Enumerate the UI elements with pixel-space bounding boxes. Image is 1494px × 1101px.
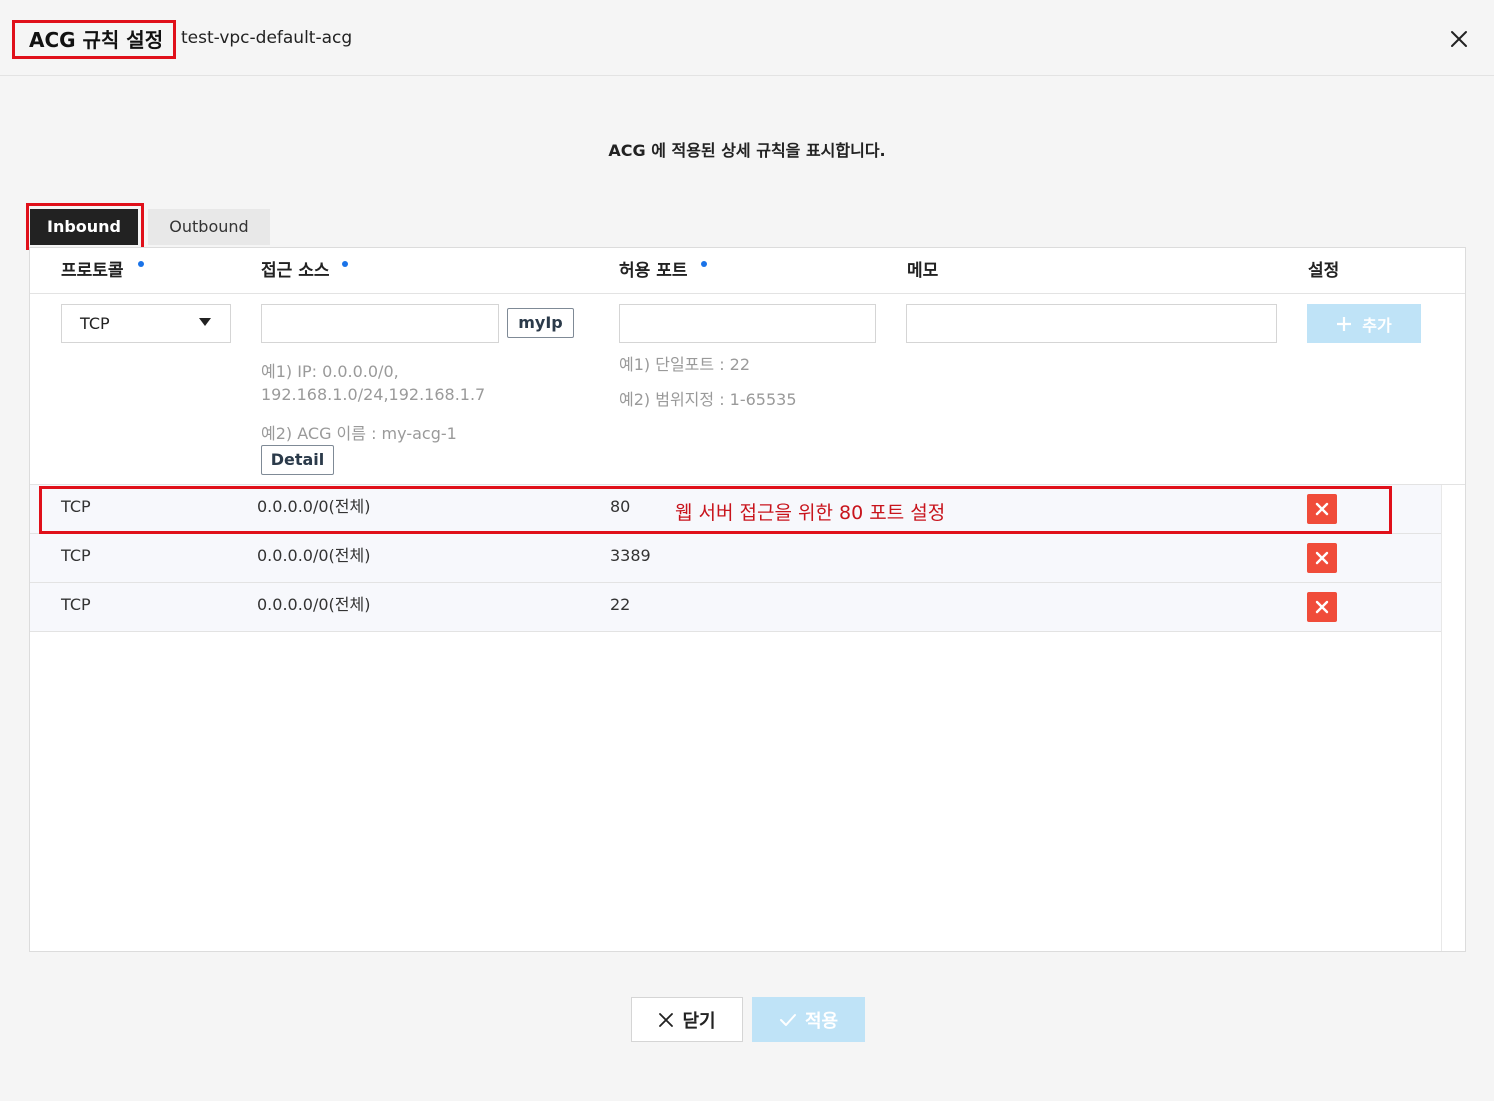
- tab-outbound[interactable]: Outbound: [148, 209, 270, 245]
- close-icon[interactable]: [1447, 27, 1471, 51]
- modal-title: ACG 규칙 설정: [29, 28, 164, 52]
- apply-button[interactable]: 적용: [752, 997, 865, 1042]
- rule-source: 0.0.0.0/0(전체): [257, 546, 371, 565]
- description: ACG 에 적용된 상세 규칙을 표시합니다.: [608, 141, 886, 160]
- source-hint: 예1) IP: 0.0.0.0/0,: [261, 362, 399, 381]
- close-icon: [1315, 551, 1329, 565]
- close-button-label: 닫기: [682, 1010, 716, 1032]
- rule-source: 0.0.0.0/0(전체): [257, 595, 371, 614]
- close-button[interactable]: 닫기: [631, 997, 743, 1042]
- port-input[interactable]: [619, 304, 876, 343]
- plus-icon: [1337, 316, 1352, 331]
- detail-button[interactable]: Detail: [261, 445, 334, 475]
- delete-rule-button[interactable]: [1307, 543, 1337, 573]
- source-input[interactable]: [261, 304, 499, 343]
- myip-button[interactable]: myIp: [507, 308, 574, 338]
- column-source: 접근 소스: [261, 261, 330, 281]
- tab-highlight-box: [26, 203, 144, 250]
- memo-input[interactable]: [906, 304, 1277, 343]
- apply-button-label: 적용: [804, 1010, 839, 1032]
- source-hint: 192.168.1.0/24,192.168.1.7: [261, 385, 486, 404]
- check-icon: [779, 1013, 796, 1026]
- required-dot-icon: [701, 261, 707, 267]
- rule-port: 3389: [610, 546, 651, 565]
- rule-protocol: TCP: [61, 546, 91, 565]
- caret-down-icon: [199, 318, 211, 326]
- rule-protocol: TCP: [61, 595, 91, 614]
- column-settings: 설정: [1308, 261, 1340, 281]
- close-icon: [659, 1012, 674, 1027]
- column-protocol: 프로토콜: [61, 261, 124, 281]
- rule-port: 22: [610, 595, 631, 614]
- delete-rule-button[interactable]: [1307, 592, 1337, 622]
- header-divider: [30, 293, 1465, 294]
- port-hint: 예2) 범위지정 : 1-65535: [619, 390, 797, 409]
- annotation-text: 웹 서버 접근을 위한 80 포트 설정: [675, 502, 946, 524]
- acg-name: test-vpc-default-acg: [181, 28, 353, 48]
- add-button-label: 추가: [1362, 315, 1392, 335]
- add-button[interactable]: 추가: [1307, 304, 1421, 343]
- required-dot-icon: [342, 261, 348, 267]
- column-port: 허용 포트: [619, 261, 688, 281]
- required-dot-icon: [138, 261, 144, 267]
- scroll-divider: [1441, 485, 1442, 951]
- table-row: TCP 0.0.0.0/0(전체) 3389: [30, 534, 1441, 583]
- port-hint: 예1) 단일포트 : 22: [619, 355, 751, 374]
- close-icon: [1315, 600, 1329, 614]
- column-memo: 메모: [907, 261, 939, 281]
- table-row: TCP 0.0.0.0/0(전체) 22: [30, 583, 1441, 632]
- source-hint: 예2) ACG 이름 : my-acg-1: [261, 424, 457, 443]
